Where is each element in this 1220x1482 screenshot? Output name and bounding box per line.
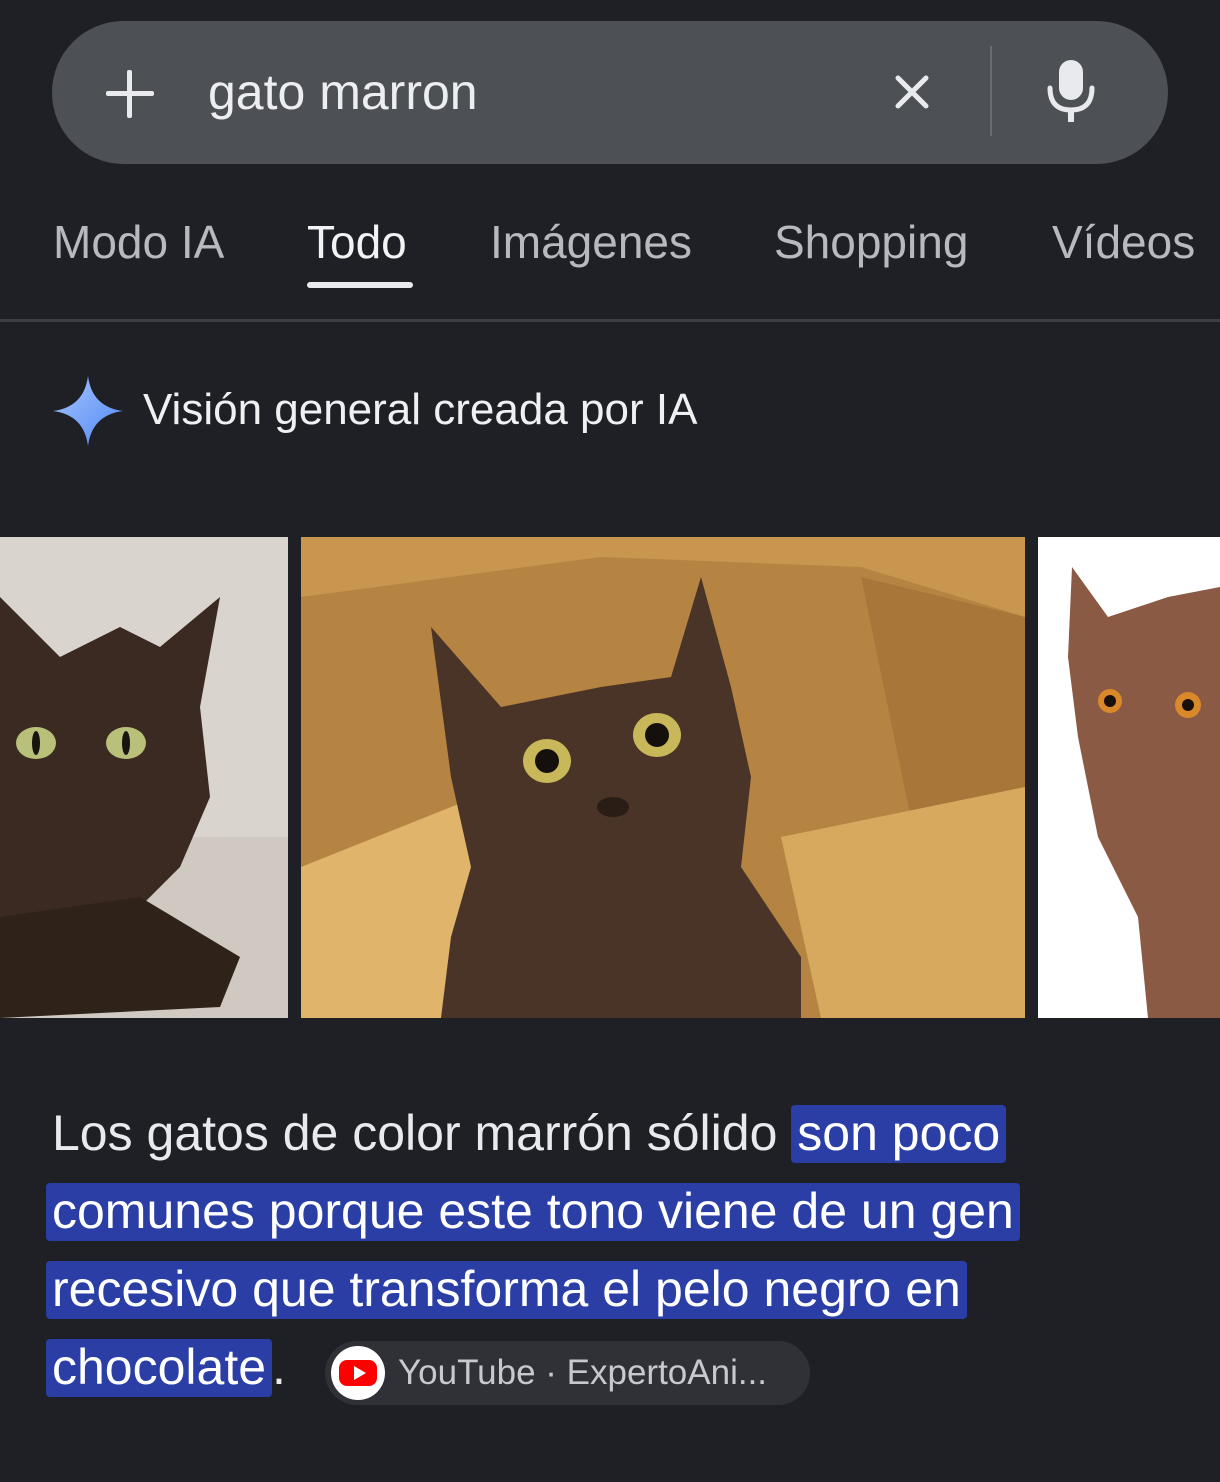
overview-highlight[interactable]: recesivo que transforma el pelo negro en xyxy=(46,1261,967,1319)
source-label: YouTube · ExpertoAni... xyxy=(398,1353,768,1392)
tab-videos[interactable]: Vídeos xyxy=(1052,212,1195,272)
search-tabs: Modo IA Todo Imágenes Shopping Vídeos xyxy=(0,200,1220,300)
overview-text-plain: Los gatos de color marrón sólido xyxy=(52,1105,792,1161)
tab-todo[interactable]: Todo xyxy=(307,212,407,272)
overview-text-end: . xyxy=(272,1339,286,1395)
plus-icon[interactable] xyxy=(106,70,154,118)
youtube-icon xyxy=(331,1346,385,1400)
clear-icon[interactable] xyxy=(892,72,932,112)
tab-modo-ia[interactable]: Modo IA xyxy=(53,212,224,272)
active-tab-indicator xyxy=(307,282,413,288)
search-input[interactable]: gato marron xyxy=(208,62,478,122)
brown-cat-photo[interactable] xyxy=(0,537,288,1018)
chocolate-cat-photo[interactable] xyxy=(1038,537,1220,1018)
tab-imagenes[interactable]: Imágenes xyxy=(490,212,692,272)
mic-icon[interactable] xyxy=(1044,58,1098,124)
source-chip[interactable]: YouTube · ExpertoAni... xyxy=(325,1341,810,1405)
ai-overview-title: Visión general creada por IA xyxy=(143,385,698,434)
overview-highlight[interactable]: son poco xyxy=(791,1105,1007,1163)
sparkle-icon xyxy=(53,376,123,446)
tabs-divider xyxy=(0,319,1220,322)
brown-cat-in-box-photo[interactable] xyxy=(301,537,1025,1018)
overview-highlight[interactable]: comunes porque este tono viene de un gen xyxy=(46,1183,1020,1241)
search-separator xyxy=(990,46,992,136)
tab-shopping[interactable]: Shopping xyxy=(774,212,968,272)
overview-highlight[interactable]: chocolate xyxy=(46,1339,273,1397)
search-results-page: gato marron Modo IA Todo Imágenes Shoppi… xyxy=(0,0,1220,1482)
